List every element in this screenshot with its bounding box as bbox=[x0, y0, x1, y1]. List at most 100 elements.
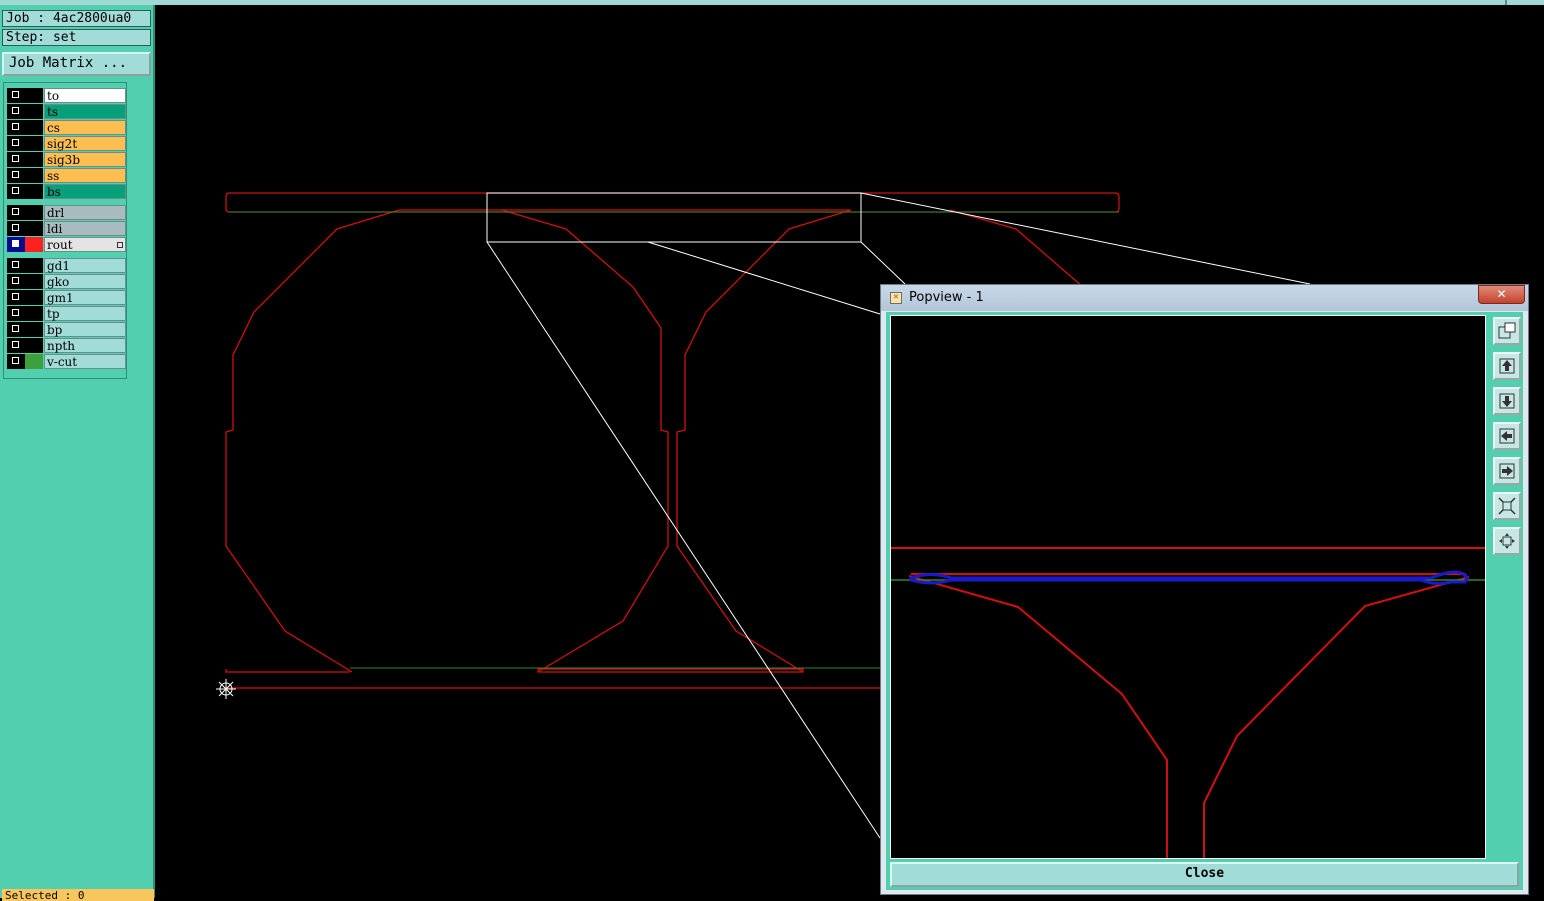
pan-down-button[interactable] bbox=[1493, 387, 1521, 415]
layer-checkbox[interactable] bbox=[7, 221, 25, 236]
layer-checkbox[interactable] bbox=[7, 274, 25, 289]
layer-row-sig3b[interactable]: sig3b bbox=[7, 152, 126, 167]
layer-color-swatch[interactable] bbox=[25, 354, 43, 369]
layer-color-swatch[interactable] bbox=[25, 205, 43, 220]
layer-list: to ts cs sig2t sig3b ss bs drl ldi rout … bbox=[3, 82, 127, 379]
layer-row-ss[interactable]: ss bbox=[7, 168, 126, 183]
layer-checkbox[interactable] bbox=[7, 184, 25, 199]
zoom-right-flare bbox=[1203, 576, 1470, 858]
layer-color-swatch[interactable] bbox=[25, 152, 43, 167]
layer-color-swatch[interactable] bbox=[25, 258, 43, 273]
layer-row-bs[interactable]: bs bbox=[7, 184, 126, 199]
job-label: Job : 4ac2800ua0 bbox=[2, 10, 151, 27]
layer-name[interactable]: ts bbox=[44, 104, 126, 119]
layer-checkbox[interactable] bbox=[7, 205, 25, 220]
layer-name[interactable]: tp bbox=[44, 306, 126, 321]
layer-row-rout[interactable]: rout bbox=[7, 237, 126, 252]
job-matrix-button[interactable]: Job Matrix ... bbox=[2, 52, 151, 76]
layer-checkbox[interactable] bbox=[7, 306, 25, 321]
layer-name[interactable]: bp bbox=[44, 322, 126, 337]
layer-checkbox[interactable] bbox=[7, 237, 25, 252]
layer-name[interactable]: gm1 bbox=[44, 290, 126, 305]
zoom-left-flare bbox=[908, 575, 1168, 858]
layer-name[interactable]: gd1 bbox=[44, 258, 126, 273]
layer-row-gm1[interactable]: gm1 bbox=[7, 290, 126, 305]
layer-row-drl[interactable]: drl bbox=[7, 205, 126, 220]
pan-up-icon bbox=[1499, 358, 1515, 374]
layer-name[interactable]: sig2t bbox=[44, 136, 126, 151]
layer-name[interactable]: rout bbox=[44, 237, 126, 252]
layer-name[interactable]: ldi bbox=[44, 221, 126, 236]
layer-name[interactable]: npth bbox=[44, 338, 126, 353]
layer-checkbox[interactable] bbox=[7, 338, 25, 353]
layer-name[interactable]: v-cut bbox=[44, 354, 126, 369]
layer-checkbox[interactable] bbox=[7, 120, 25, 135]
window-close-button[interactable]: ✕ bbox=[1478, 285, 1525, 304]
popview-title: Popview - 1 bbox=[909, 290, 984, 305]
layer-color-swatch[interactable] bbox=[25, 136, 43, 151]
layer-color-swatch[interactable] bbox=[25, 338, 43, 353]
popview-zoom-graphic bbox=[891, 547, 1485, 858]
layer-checkbox[interactable] bbox=[7, 136, 25, 151]
layer-row-to[interactable]: to bbox=[7, 88, 126, 103]
layer-checkbox[interactable] bbox=[7, 290, 25, 305]
popview-toolbar bbox=[1489, 315, 1522, 859]
layer-color-swatch[interactable] bbox=[25, 306, 43, 321]
layer-checkbox[interactable] bbox=[7, 168, 25, 183]
popview-frame: Close bbox=[886, 312, 1523, 890]
origin-datum-icon bbox=[216, 679, 236, 699]
zoom-out-button[interactable] bbox=[1493, 492, 1521, 520]
layer-panel: Job : 4ac2800ua0 Step: set Job Matrix ..… bbox=[0, 5, 155, 901]
pan-up-button[interactable] bbox=[1493, 352, 1521, 380]
layer-color-swatch[interactable] bbox=[25, 120, 43, 135]
pan-right-icon bbox=[1499, 463, 1515, 479]
zoom-out-icon bbox=[1498, 497, 1516, 515]
layer-row-v-cut[interactable]: v-cut bbox=[7, 354, 126, 369]
layer-name[interactable]: bs bbox=[44, 184, 126, 199]
layer-row-sig2t[interactable]: sig2t bbox=[7, 136, 126, 151]
layer-name[interactable]: sig3b bbox=[44, 152, 126, 167]
layer-color-swatch[interactable] bbox=[25, 274, 43, 289]
layer-row-ts[interactable]: ts bbox=[7, 104, 126, 119]
layer-color-swatch[interactable] bbox=[25, 322, 43, 337]
zoom-home-button[interactable] bbox=[1493, 527, 1521, 555]
layer-checkbox[interactable] bbox=[7, 88, 25, 103]
step-label: Step: set bbox=[2, 29, 151, 46]
pan-down-icon bbox=[1499, 393, 1515, 409]
layer-checkbox[interactable] bbox=[7, 322, 25, 337]
layer-checkbox[interactable] bbox=[7, 152, 25, 167]
popview-window: ✕ Popview - 1 ✕ Close bbox=[880, 284, 1529, 895]
pan-right-button[interactable] bbox=[1493, 457, 1521, 485]
layer-color-swatch[interactable] bbox=[25, 88, 43, 103]
layer-row-ldi[interactable]: ldi bbox=[7, 221, 126, 236]
zoom-home-icon bbox=[1499, 533, 1515, 549]
layer-name[interactable]: to bbox=[44, 88, 126, 103]
layer-checkbox[interactable] bbox=[7, 104, 25, 119]
pan-left-button[interactable] bbox=[1493, 422, 1521, 450]
layer-name[interactable]: cs bbox=[44, 120, 126, 135]
layer-color-swatch[interactable] bbox=[25, 290, 43, 305]
layer-name[interactable]: ss bbox=[44, 168, 126, 183]
close-button[interactable]: Close bbox=[890, 862, 1519, 887]
layer-row-npth[interactable]: npth bbox=[7, 338, 126, 353]
layer-color-swatch[interactable] bbox=[25, 104, 43, 119]
layer-row-bp[interactable]: bp bbox=[7, 322, 126, 337]
layer-name[interactable]: gko bbox=[44, 274, 126, 289]
pan-left-icon bbox=[1499, 428, 1515, 444]
layer-color-swatch[interactable] bbox=[25, 237, 43, 252]
window-app-icon: ✕ bbox=[890, 292, 902, 304]
layer-row-gko[interactable]: gko bbox=[7, 274, 126, 289]
layer-row-gd1[interactable]: gd1 bbox=[7, 258, 126, 273]
layer-row-tp[interactable]: tp bbox=[7, 306, 126, 321]
popview-titlebar[interactable]: ✕ Popview - 1 ✕ bbox=[881, 285, 1528, 311]
popview-canvas[interactable] bbox=[890, 315, 1486, 859]
layer-color-swatch[interactable] bbox=[25, 221, 43, 236]
layer-color-swatch[interactable] bbox=[25, 184, 43, 199]
layer-color-swatch[interactable] bbox=[25, 168, 43, 183]
layer-name[interactable]: drl bbox=[44, 205, 126, 220]
layer-checkbox[interactable] bbox=[7, 258, 25, 273]
layer-row-cs[interactable]: cs bbox=[7, 120, 126, 135]
zoom-fit-button[interactable] bbox=[1493, 317, 1521, 345]
zoom-fit-icon bbox=[1498, 322, 1516, 339]
layer-checkbox[interactable] bbox=[7, 354, 25, 369]
